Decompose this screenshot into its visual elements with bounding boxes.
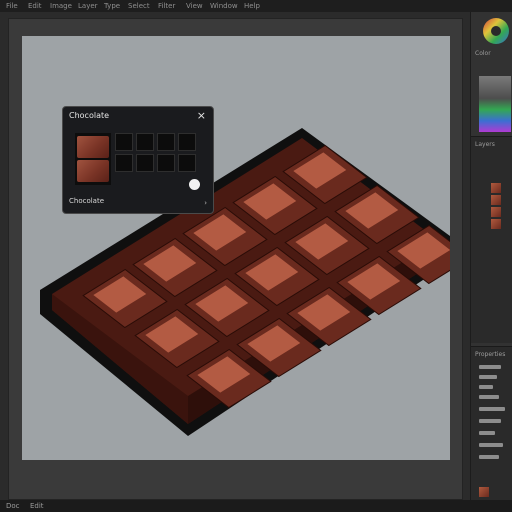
status-bar: Doc Edit bbox=[0, 500, 512, 512]
menu-image[interactable]: Image bbox=[50, 1, 72, 11]
close-icon[interactable]: × bbox=[197, 109, 206, 122]
tab-layers[interactable]: Layers bbox=[475, 141, 495, 148]
swatch-grid bbox=[115, 133, 196, 172]
property-row[interactable] bbox=[479, 407, 505, 411]
swatch-slot[interactable] bbox=[115, 154, 133, 172]
color-spectrum[interactable] bbox=[479, 76, 511, 132]
status-doc-label: Doc bbox=[6, 502, 20, 510]
swatch-slot[interactable] bbox=[136, 133, 154, 151]
property-row[interactable] bbox=[479, 455, 499, 459]
property-row[interactable] bbox=[479, 375, 497, 379]
properties-panel: Properties bbox=[471, 346, 512, 501]
layer-thumbnail[interactable] bbox=[491, 195, 501, 205]
menu-edit[interactable]: Edit bbox=[28, 1, 42, 11]
menu-window[interactable]: Window bbox=[210, 1, 238, 11]
swatch-slot[interactable] bbox=[115, 133, 133, 151]
swatch-slot[interactable] bbox=[178, 154, 196, 172]
radio-dot-icon[interactable] bbox=[189, 179, 200, 190]
property-row[interactable] bbox=[479, 365, 501, 369]
menu-select[interactable]: Select bbox=[128, 1, 150, 11]
menu-type[interactable]: Type bbox=[104, 1, 120, 11]
chocolate-bar-illustration bbox=[40, 128, 450, 436]
artboard-canvas[interactable]: Chocolate × Chocolate › bbox=[22, 36, 450, 460]
property-row[interactable] bbox=[479, 395, 499, 399]
status-edit-label: Edit bbox=[30, 502, 44, 510]
tab-color[interactable]: Color bbox=[475, 50, 491, 57]
menu-view[interactable]: View bbox=[186, 1, 203, 11]
layers-panel: Layers bbox=[471, 136, 512, 343]
menu-file[interactable]: File bbox=[6, 1, 18, 11]
swatch-slot[interactable] bbox=[178, 133, 196, 151]
layer-thumbnail[interactable] bbox=[479, 487, 489, 497]
right-panel: Color Layers Properties bbox=[470, 12, 512, 501]
layer-thumbnail[interactable] bbox=[491, 219, 501, 229]
layer-thumbnail[interactable] bbox=[491, 183, 501, 193]
swatch-preview bbox=[75, 133, 111, 185]
swatch-thumb[interactable] bbox=[77, 160, 109, 182]
popup-footer-label: Chocolate bbox=[69, 197, 105, 205]
swatch-slot[interactable] bbox=[157, 133, 175, 151]
property-row[interactable] bbox=[479, 431, 495, 435]
swatch-popup: Chocolate × Chocolate › bbox=[62, 106, 214, 214]
property-row[interactable] bbox=[479, 385, 493, 389]
swatch-thumb[interactable] bbox=[77, 136, 109, 158]
tab-properties[interactable]: Properties bbox=[475, 351, 505, 358]
color-wheel-icon[interactable] bbox=[481, 16, 511, 46]
chevron-right-icon[interactable]: › bbox=[204, 199, 207, 207]
menu-filter[interactable]: Filter bbox=[158, 1, 175, 11]
menu-bar: File Edit Image Layer Type Select Filter… bbox=[0, 0, 512, 12]
popup-title: Chocolate bbox=[69, 111, 110, 120]
menu-layer[interactable]: Layer bbox=[78, 1, 98, 11]
swatch-slot[interactable] bbox=[157, 154, 175, 172]
layer-thumbnail[interactable] bbox=[491, 207, 501, 217]
property-row[interactable] bbox=[479, 443, 503, 447]
menu-help[interactable]: Help bbox=[244, 1, 260, 11]
property-row[interactable] bbox=[479, 419, 501, 423]
swatch-slot[interactable] bbox=[136, 154, 154, 172]
